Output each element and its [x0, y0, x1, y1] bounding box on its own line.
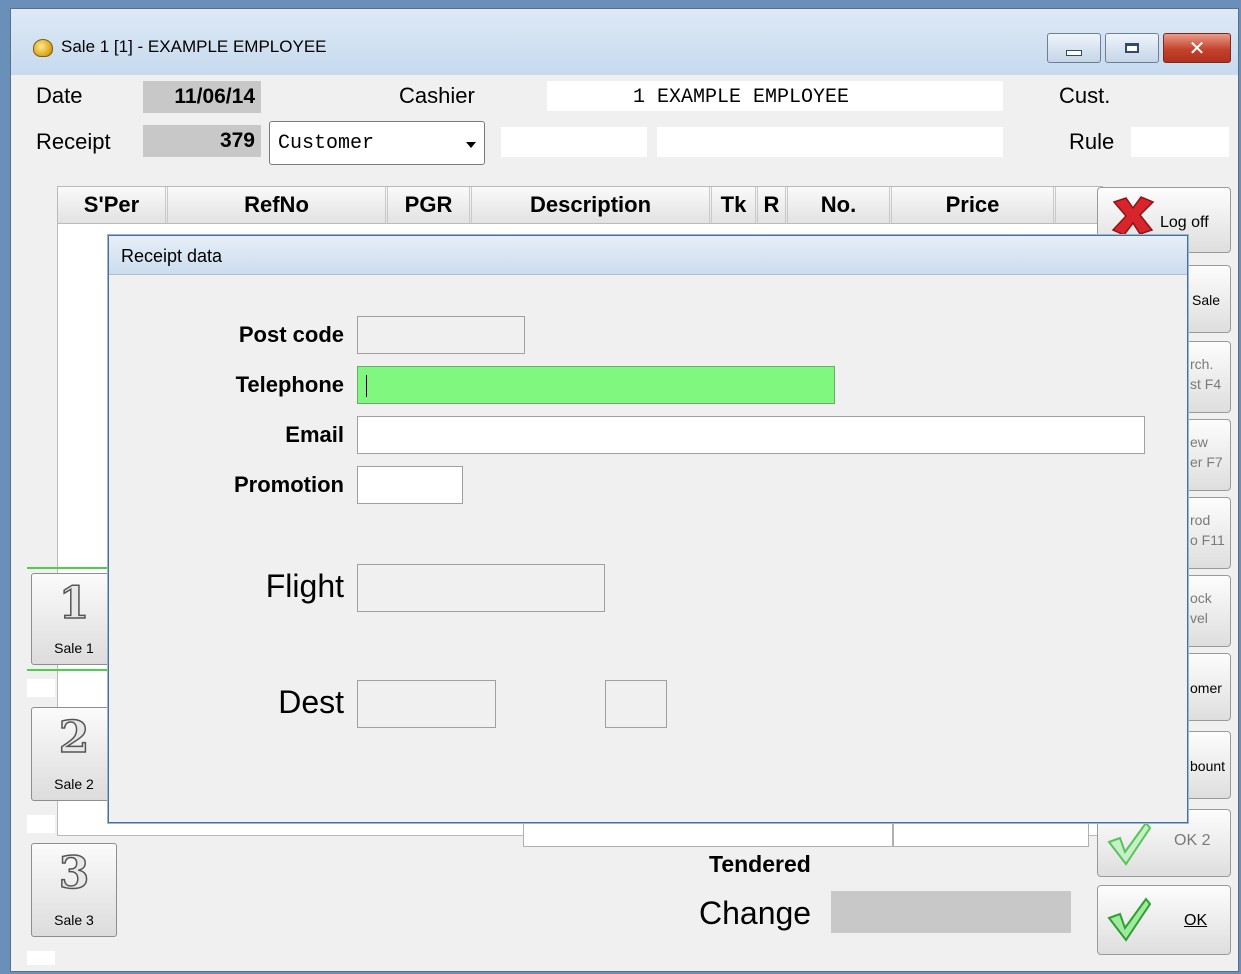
maximize-button[interactable] — [1105, 33, 1159, 63]
receipt-data-dialog: Receipt data Post code Telephone Email P… — [108, 235, 1188, 823]
col-no: No. — [788, 187, 892, 223]
flight-label: Flight — [265, 568, 344, 604]
cashier-label: Cashier — [399, 83, 475, 108]
red-x-icon — [1111, 196, 1155, 236]
active-tab-indicator-top — [27, 567, 117, 569]
green-check-icon — [1107, 897, 1152, 942]
col-description: Description — [472, 187, 712, 223]
sale-tab-label: Sale 2 — [54, 776, 94, 792]
dest-code-field[interactable] — [605, 680, 667, 728]
email-label: Email — [285, 422, 344, 447]
rule-label: Rule — [1069, 129, 1115, 154]
title-bar: Sale 1 [1] - EXAMPLE EMPLOYEE ✕ — [11, 9, 1238, 75]
change-field — [831, 891, 1071, 933]
col-price: Price — [892, 187, 1056, 223]
tendered-label: Tendered — [709, 851, 811, 877]
date-label: Date — [36, 83, 83, 108]
chevron-down-icon — [466, 142, 476, 148]
minimize-icon — [1066, 50, 1082, 56]
stock-label-2: vel — [1190, 610, 1208, 626]
postcode-label: Post code — [238, 322, 344, 347]
col-refno: RefNo — [168, 187, 388, 223]
customer-name-field[interactable] — [657, 127, 1003, 157]
ok-button[interactable]: OK — [1097, 885, 1231, 955]
flight-field[interactable] — [357, 564, 605, 612]
purchase-label-1: rch. — [1190, 356, 1214, 372]
logoff-label: Log off — [1160, 214, 1209, 231]
sale-button-label: Sale — [1192, 292, 1221, 308]
receipt-number-field: 379 — [143, 125, 261, 157]
email-field[interactable] — [357, 416, 1145, 454]
col-sper: S'Per — [58, 187, 168, 223]
close-icon: ✕ — [1188, 36, 1206, 60]
change-label: Change — [699, 895, 812, 931]
product-label-1: rod — [1190, 512, 1211, 528]
dest-field[interactable] — [357, 680, 496, 728]
sale-tab-1[interactable]: 1 Sale 1 — [31, 573, 117, 665]
view-label-2: er F7 — [1190, 454, 1223, 470]
date-field: 11/06/14 — [143, 81, 261, 113]
minimize-button[interactable] — [1047, 33, 1101, 63]
receipt-label: Receipt — [36, 129, 111, 154]
green-check-icon — [1107, 821, 1152, 866]
promotion-field[interactable] — [357, 466, 463, 504]
col-tk: Tk — [712, 187, 758, 223]
dest-label: Dest — [278, 684, 344, 720]
grid-header: S'Per RefNo PGR Description Tk R No. Pri… — [58, 187, 1102, 224]
sale-tab-number: 3 — [58, 847, 90, 900]
tab-spacer — [27, 815, 55, 833]
app-icon — [33, 39, 53, 57]
sale-tab-3[interactable]: 3 Sale 3 — [31, 843, 117, 937]
stock-label-1: ock — [1190, 590, 1212, 606]
sale-tab-label: Sale 3 — [54, 912, 94, 928]
dialog-title: Receipt data — [121, 246, 223, 266]
cust-label: Cust. — [1059, 83, 1111, 108]
purchase-label-2: st F4 — [1190, 376, 1222, 392]
sale-tab-number: 2 — [58, 711, 90, 764]
sale-tab-label: Sale 1 — [54, 640, 94, 656]
cashier-field: 1 EXAMPLE EMPLOYEE — [547, 81, 1003, 111]
sale-tab-2[interactable]: 2 Sale 2 — [31, 707, 117, 801]
tab-spacer — [27, 951, 55, 965]
telephone-label: Telephone — [235, 372, 344, 397]
dialog-title-bar: Receipt data — [109, 236, 1187, 275]
customer-button-label: omer — [1190, 680, 1222, 696]
product-label-2: o F11 — [1190, 532, 1225, 548]
col-pgr: PGR — [388, 187, 472, 223]
ok2-label: OK 2 — [1174, 832, 1211, 849]
main-window: Sale 1 [1] - EXAMPLE EMPLOYEE ✕ Date 11/… — [10, 8, 1239, 972]
ok-label: OK — [1184, 912, 1208, 929]
telephone-field[interactable] — [357, 366, 835, 404]
postcode-field[interactable] — [357, 316, 525, 354]
close-button[interactable]: ✕ — [1163, 33, 1231, 63]
view-label-1: ew — [1190, 434, 1208, 450]
cashier-value: 1 EXAMPLE EMPLOYEE — [633, 86, 850, 109]
customer-select[interactable]: Customer — [269, 121, 485, 165]
customer-number-field[interactable] — [501, 127, 647, 157]
window-title: Sale 1 [1] - EXAMPLE EMPLOYEE — [61, 37, 327, 56]
maximize-icon — [1125, 43, 1139, 53]
active-tab-indicator-bottom — [27, 669, 117, 671]
tab-spacer — [27, 679, 55, 697]
col-r: R — [758, 187, 788, 223]
sale-tab-number: 1 — [58, 577, 90, 630]
discount-button-label: bount — [1190, 758, 1226, 774]
rule-field[interactable] — [1131, 127, 1229, 157]
customer-select-value: Customer — [278, 132, 375, 155]
promotion-label: Promotion — [234, 472, 344, 497]
text-cursor — [366, 375, 367, 397]
